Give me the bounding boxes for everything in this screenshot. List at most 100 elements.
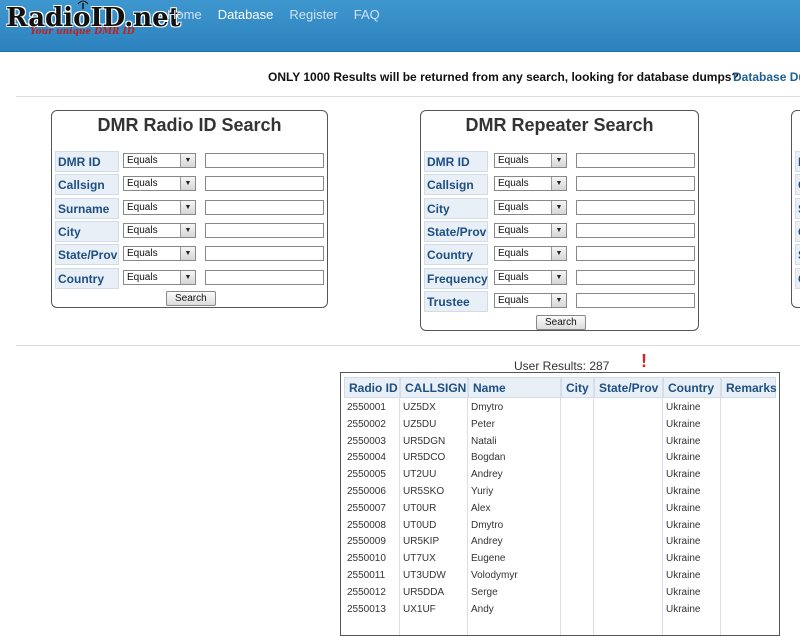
table-row[interactable]: 2550009 UR5KIP Andrey Ukraine <box>341 536 779 550</box>
search-value-input[interactable] <box>205 153 324 168</box>
site-logo[interactable]: RadioID.net Your unique DMR ID <box>6 0 181 45</box>
column-header[interactable]: Country <box>663 377 721 398</box>
operator-select[interactable]: Equals ▼ <box>494 246 567 262</box>
table-cell: Andrey <box>471 536 503 548</box>
operator-select[interactable]: Equals ▼ <box>123 153 196 168</box>
search-value-input[interactable] <box>576 222 695 238</box>
table-cell: Andrey <box>471 469 503 481</box>
search-value-input[interactable] <box>205 246 324 262</box>
operator-select[interactable]: Equals ▼ <box>494 222 567 238</box>
search-row: City Equals ▼ <box>424 197 695 220</box>
search-row: State/Prov Equals ▼ <box>55 244 325 266</box>
table-row[interactable]: 2550005 UT2UU Andrey Ukraine <box>341 469 779 483</box>
column-header[interactable]: Radio ID <box>344 377 400 398</box>
table-row[interactable]: 2550013 UX1UF Andy Ukraine <box>341 604 779 618</box>
database-dumps-link[interactable]: Database Du <box>733 70 800 84</box>
table-cell: Peter <box>471 418 495 430</box>
chevron-down-icon[interactable]: ▼ <box>551 293 566 307</box>
search-value-input[interactable] <box>576 269 695 285</box>
chevron-down-icon[interactable]: ▼ <box>180 200 195 214</box>
operator-value: Equals <box>498 248 529 260</box>
search-value-input[interactable] <box>576 199 695 215</box>
table-row[interactable]: 2550001 UZ5DX Dmytro Ukraine <box>341 402 779 416</box>
table-cell: 2550009 <box>347 536 386 548</box>
table-row[interactable]: 2550003 UR5DGN Natali Ukraine <box>341 436 779 450</box>
chevron-down-icon[interactable]: ▼ <box>551 270 566 284</box>
table-cell: Bogdan <box>471 452 506 464</box>
operator-select[interactable]: Equals ▼ <box>494 292 567 308</box>
table-row[interactable]: 2550011 UT3UDW Volodymyr Ukraine <box>341 570 779 584</box>
search-value-input[interactable] <box>576 292 695 308</box>
operator-select[interactable]: Equals ▼ <box>494 199 567 215</box>
table-cell: UX1UF <box>403 603 436 615</box>
search-value-input[interactable] <box>205 222 324 238</box>
table-row[interactable]: 2550008 UT0UD Dmytro Ukraine <box>341 520 779 534</box>
column-header[interactable]: City <box>561 377 594 398</box>
table-row[interactable]: 2550007 UT0UR Alex Ukraine <box>341 503 779 517</box>
search-value-input[interactable] <box>205 176 324 192</box>
search-value-input[interactable] <box>576 246 695 262</box>
operator-select[interactable]: Equals ▼ <box>123 246 196 262</box>
chevron-down-icon[interactable]: ▼ <box>180 223 195 237</box>
table-cell: Ukraine <box>666 553 701 565</box>
table-row[interactable]: 2550002 UZ5DU Peter Ukraine <box>341 419 779 433</box>
radio-id-search-panel: DMR Radio ID Search DMR ID Equals ▼ Callsig… <box>51 110 328 308</box>
chevron-down-icon[interactable]: ▼ <box>551 200 566 214</box>
table-row[interactable]: 2550010 UT7UX Eugene Ukraine <box>341 553 779 567</box>
field-label: Callsign <box>424 174 488 196</box>
operator-select[interactable]: Equals ▼ <box>123 269 196 285</box>
table-cell: UT0UD <box>403 519 437 531</box>
table-cell: Ukraine <box>666 486 701 497</box>
search-value-input[interactable] <box>576 176 695 192</box>
repeater-search-panel: DMR Repeater Search DMR ID Equals ▼ Callsig… <box>420 110 699 331</box>
chevron-down-icon[interactable]: ▼ <box>551 154 566 167</box>
search-row: Callsign Equals ▼ <box>55 174 325 196</box>
table-row[interactable]: 2550006 UR5SKO Yuriy Ukraine <box>341 486 779 500</box>
chevron-down-icon[interactable]: ▼ <box>180 270 195 284</box>
table-cell: UR5SKO <box>403 486 445 497</box>
third-search-panel: NCSCSC <box>791 110 800 308</box>
chevron-down-icon[interactable]: ▼ <box>180 154 195 167</box>
table-row[interactable]: 2550004 UR5DCO Bogdan Ukraine <box>341 452 779 466</box>
field-label: DMR ID <box>55 151 119 172</box>
table-cell: Yuriy <box>471 486 494 497</box>
chevron-down-icon[interactable]: ▼ <box>551 247 566 261</box>
field-label: N <box>795 151 800 172</box>
table-cell: 2550008 <box>347 519 386 531</box>
table-cell: Ukraine <box>666 586 701 598</box>
field-label: Trustee <box>424 290 488 312</box>
search-button[interactable]: Search <box>536 315 586 330</box>
nav-database[interactable]: Database <box>218 7 274 22</box>
search-value-input[interactable] <box>576 153 695 168</box>
nav-home[interactable]: Home <box>167 7 202 22</box>
panel-title: DMR Repeater Search <box>465 115 654 135</box>
field-label: C <box>795 220 800 242</box>
search-value-input[interactable] <box>205 199 324 215</box>
field-label: DMR ID <box>424 151 488 172</box>
nav-register[interactable]: Register <box>289 7 337 22</box>
column-header[interactable]: Name <box>468 377 561 398</box>
operator-select[interactable]: Equals ▼ <box>123 176 196 192</box>
operator-select[interactable]: Equals ▼ <box>123 222 196 238</box>
search-button[interactable]: Search <box>166 291 216 306</box>
table-cell: 2550011 <box>347 570 386 581</box>
column-header[interactable]: CALLSIGN <box>400 377 468 398</box>
operator-value: Equals <box>498 178 529 190</box>
search-value-input[interactable] <box>205 269 324 285</box>
operator-select[interactable]: Equals ▼ <box>494 176 567 192</box>
column-header[interactable]: Remarks <box>721 377 777 398</box>
operator-value: Equals <box>127 224 158 236</box>
search-row: DMR ID Equals ▼ <box>424 151 695 173</box>
chevron-down-icon[interactable]: ▼ <box>180 177 195 191</box>
operator-select[interactable]: Equals ▼ <box>123 199 196 215</box>
column-header[interactable]: State/Prov <box>594 377 663 398</box>
nav-faq[interactable]: FAQ <box>354 7 380 22</box>
operator-select[interactable]: Equals ▼ <box>494 153 567 168</box>
chevron-down-icon[interactable]: ▼ <box>180 247 195 261</box>
table-row[interactable]: 2550012 UR5DDA Serge Ukraine <box>341 587 779 601</box>
field-label: Surname <box>55 197 119 219</box>
operator-select[interactable]: Equals ▼ <box>494 269 567 285</box>
chevron-down-icon[interactable]: ▼ <box>551 223 566 237</box>
chevron-down-icon[interactable]: ▼ <box>551 177 566 191</box>
table-cell: Ukraine <box>666 519 701 531</box>
